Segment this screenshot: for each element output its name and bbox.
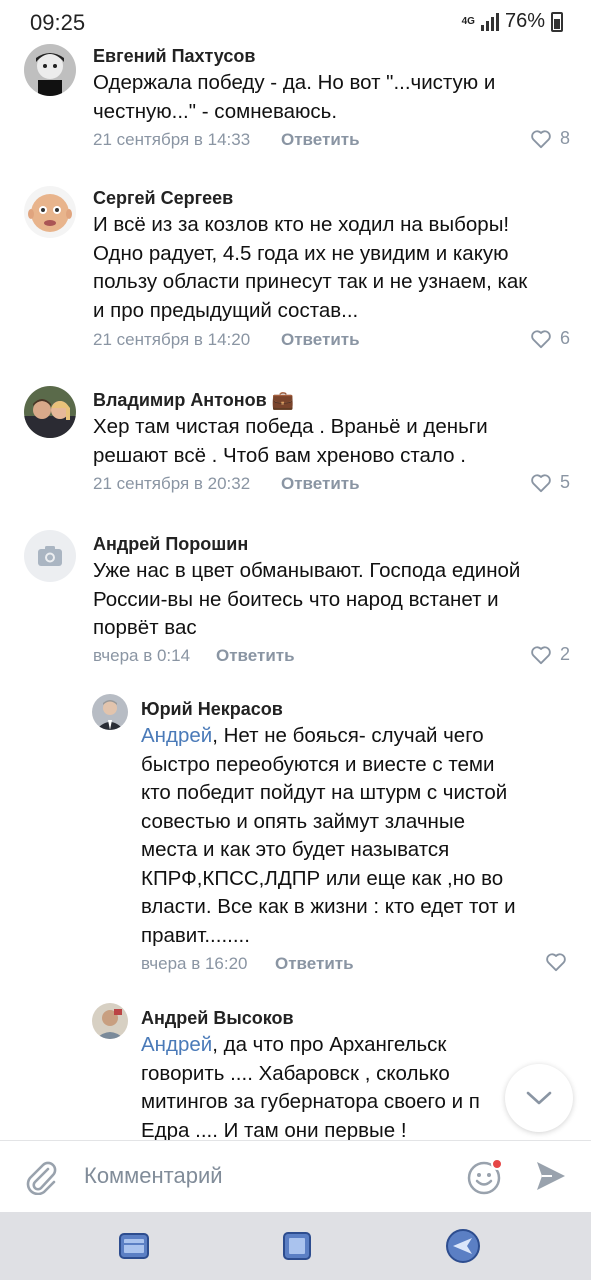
avatar[interactable] — [24, 186, 76, 238]
like-button[interactable]: 2 — [530, 644, 570, 665]
like-button[interactable]: 6 — [530, 328, 570, 349]
back-icon — [446, 1229, 480, 1263]
network-type-icon: 4G — [461, 16, 475, 27]
avatar[interactable] — [24, 530, 76, 582]
comment-date: 21 сентября в 14:33 — [93, 130, 251, 149]
like-button[interactable]: 5 — [530, 472, 570, 493]
battery-icon — [551, 11, 563, 32]
nav-back-button[interactable] — [444, 1228, 482, 1269]
like-button[interactable]: 8 — [530, 128, 570, 149]
comment-author[interactable]: Сергей Сергеев — [93, 188, 233, 209]
paperclip-icon — [26, 1161, 57, 1196]
battery-percent: 76% — [504, 10, 545, 32]
comment-author[interactable]: Евгений Пахтусов — [93, 46, 255, 67]
comment-text: Уже нас в цвет обманывают. Господа едино… — [93, 559, 521, 639]
reply-button[interactable]: Ответить — [216, 646, 295, 666]
comment-text: Андрей, да что про Архангельск говорить … — [141, 1033, 480, 1142]
avatar[interactable] — [92, 694, 128, 730]
comment-date: вчера в 16:20 — [141, 954, 248, 973]
smiley-icon — [467, 1158, 503, 1195]
comment-author[interactable]: Владимир Антонов 💼 — [93, 390, 294, 411]
comment-text: Хер там чистая победа . Враньё и деньги … — [93, 415, 488, 467]
signal-icon — [480, 12, 499, 31]
home-icon — [283, 1232, 311, 1260]
mention-link[interactable]: Андрей — [141, 724, 212, 747]
attach-button[interactable] — [24, 1159, 58, 1200]
comment-composer: Комментарий — [0, 1140, 591, 1212]
like-count: 2 — [560, 644, 571, 664]
comment-author[interactable]: Андрей Высоков — [141, 1008, 294, 1029]
comment-date: вчера в 0:14 — [93, 646, 191, 665]
like-count: 5 — [560, 472, 571, 492]
system-nav-bar — [0, 1212, 591, 1280]
comment-author[interactable]: Юрий Некрасов — [141, 699, 283, 720]
nav-home-button[interactable] — [279, 1228, 315, 1269]
status-bar: 09:25 4G 76% — [0, 0, 591, 46]
heart-icon — [531, 329, 551, 348]
heart-icon — [531, 129, 551, 148]
emoji-button[interactable] — [466, 1158, 504, 1201]
comment-author[interactable]: Андрей Порошин — [93, 534, 248, 555]
comment-text: И всё из за козлов кто не ходил на выбор… — [93, 213, 528, 322]
comment-date: 21 сентября в 20:32 — [93, 474, 251, 493]
send-icon — [537, 1162, 565, 1190]
comment-text: Андрей, Нет не бояься- случай чего быстр… — [141, 724, 516, 947]
reply-button[interactable]: Ответить — [275, 954, 354, 974]
camera-icon — [38, 546, 62, 566]
scroll-down-button[interactable] — [505, 1064, 573, 1132]
heart-icon — [531, 473, 551, 492]
like-count: 6 — [560, 328, 571, 348]
comment-date: 21 сентября в 14:20 — [93, 330, 251, 349]
nav-recents-button[interactable] — [116, 1228, 152, 1269]
comment-input[interactable]: Комментарий — [84, 1163, 223, 1189]
like-count: 8 — [560, 128, 571, 148]
heart-icon — [546, 953, 566, 972]
like-button[interactable] — [545, 952, 567, 972]
chevron-down-icon — [526, 1091, 552, 1105]
status-time: 09:25 — [30, 10, 86, 35]
avatar[interactable] — [24, 44, 76, 96]
reply-button[interactable]: Ответить — [281, 330, 360, 350]
avatar[interactable] — [92, 1003, 128, 1039]
mention-link[interactable]: Андрей — [141, 1033, 212, 1056]
comment-text: Одержала победу - да. Но вот "...чистую … — [93, 71, 496, 123]
reply-button[interactable]: Ответить — [281, 474, 360, 494]
send-button[interactable] — [534, 1159, 568, 1198]
reply-button[interactable]: Ответить — [281, 130, 360, 150]
status-indicators: 4G 76% — [462, 10, 563, 33]
avatar[interactable] — [24, 386, 76, 438]
recents-icon — [119, 1233, 149, 1259]
heart-icon — [531, 645, 551, 664]
